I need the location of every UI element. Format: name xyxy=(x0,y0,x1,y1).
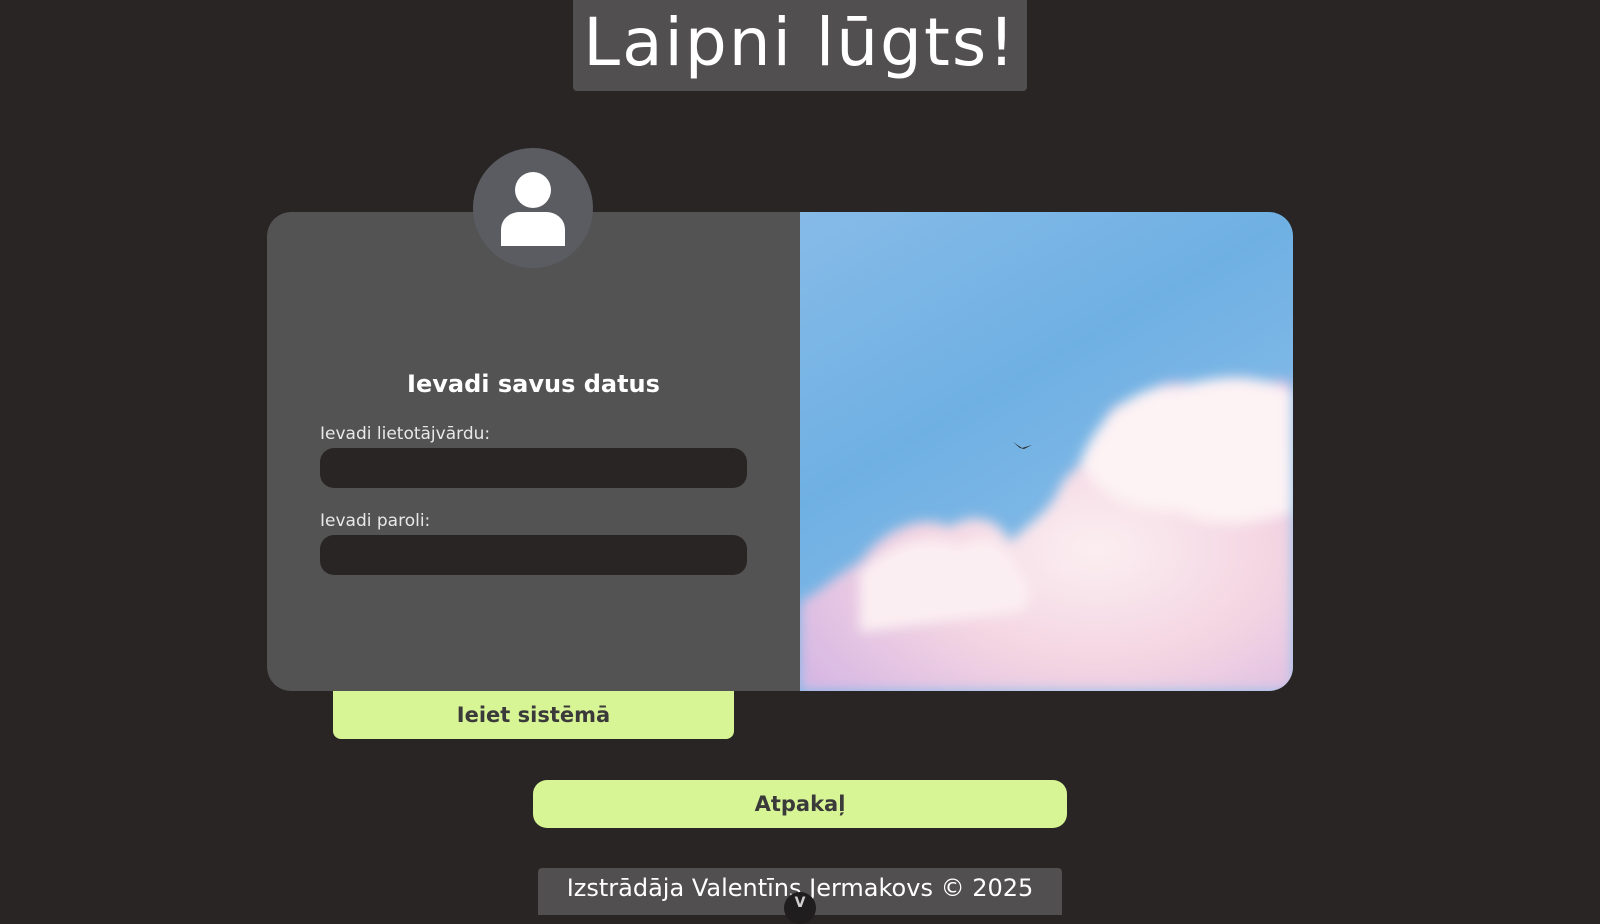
sky-clouds-picture xyxy=(800,212,1293,691)
password-label: Ievadi paroli: xyxy=(320,511,431,531)
password-input[interactable] xyxy=(320,535,747,575)
user-icon xyxy=(501,172,565,246)
title-banner: Laipni lūgts! xyxy=(573,0,1027,91)
scroll-toggle-button[interactable]: V xyxy=(784,892,816,924)
avatar xyxy=(473,148,593,268)
form-heading: Ievadi savus datus xyxy=(407,370,660,398)
username-input[interactable] xyxy=(320,448,747,488)
back-button[interactable]: Atpakaļ xyxy=(533,780,1067,828)
page-title: Laipni lūgts! xyxy=(583,4,1017,81)
chevron-down-icon: V xyxy=(794,895,806,911)
login-button[interactable]: Ieiet sistēmā xyxy=(333,691,734,739)
sky-image xyxy=(800,212,1293,691)
username-label: Ievadi lietotājvārdu: xyxy=(320,424,491,444)
